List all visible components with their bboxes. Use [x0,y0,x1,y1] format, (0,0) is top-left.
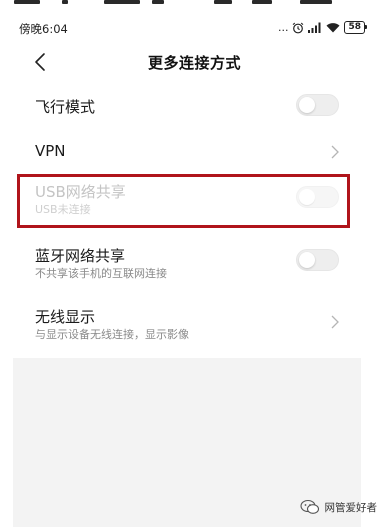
battery-icon: 58 [344,21,367,34]
wireless-display-label: 无线显示 [35,308,96,326]
watermark: 网管爱好者 [299,499,378,515]
chevron-right-icon [331,315,339,329]
more-dots-icon: ... [277,21,289,34]
airplane-mode-toggle[interactable] [296,94,339,116]
airplane-mode-label: 飞行模式 [35,98,96,116]
airplane-mode-row[interactable]: 飞行模式 [0,84,389,128]
status-icons: ... 58 [277,21,367,34]
cropped-top-content [0,0,389,8]
signal-icon [308,22,321,33]
vpn-row[interactable]: VPN [0,128,389,175]
bluetooth-tethering-row[interactable]: 蓝牙网络共享 不共享该手机的互联网连接 [0,229,389,290]
wifi-icon [326,23,340,33]
status-time: 傍晚6:04 [19,22,68,36]
toggle-knob [299,97,315,113]
chevron-right-icon [331,145,339,159]
vpn-label: VPN [35,142,66,160]
watermark-text: 网管爱好者 [324,501,378,514]
wechat-logo-icon [299,499,319,514]
nav-bar: 更多连接方式 [0,42,389,82]
bluetooth-tethering-desc: 不共享该手机的互联网连接 [35,267,167,280]
bluetooth-tethering-label: 蓝牙网络共享 [35,247,126,265]
bluetooth-tethering-toggle[interactable] [296,249,339,271]
status-bar: 傍晚6:04 ... 58 [0,12,389,40]
usb-tethering-highlight [17,174,350,228]
page-title: 更多连接方式 [147,54,241,72]
wireless-display-desc: 与显示设备无线连接，显示影像 [35,328,189,341]
toggle-knob [299,252,315,268]
wireless-display-row[interactable]: 无线显示 与显示设备无线连接，显示影像 [0,290,389,350]
alarm-icon [293,22,304,33]
